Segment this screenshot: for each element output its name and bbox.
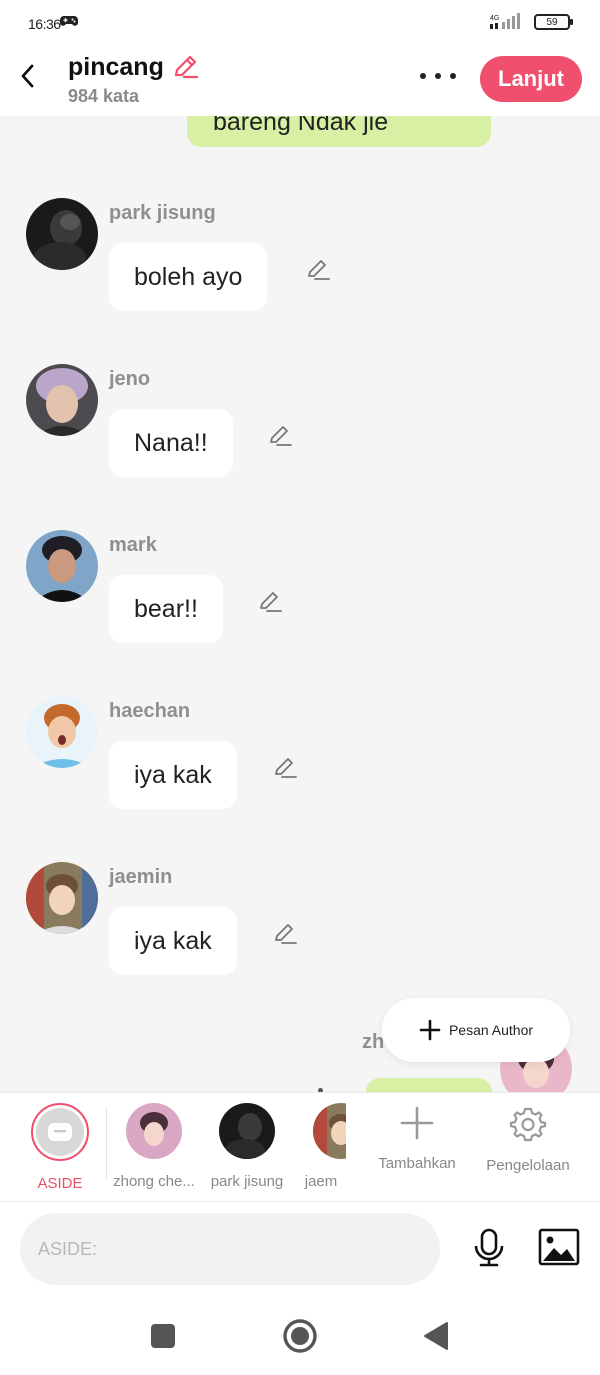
story-title: pincang [68,52,164,81]
edit-message-icon[interactable] [304,256,332,284]
svg-text:4G: 4G [490,15,499,22]
sender-name: haechan [109,700,191,722]
message-bubble[interactable]: boleh ayo [109,243,268,311]
image-icon [538,1228,580,1266]
gamepad-icon [60,16,78,26]
message-text: Nana!! [134,428,208,457]
input-bar [0,1202,600,1298]
square-icon [151,1324,175,1348]
character-aside[interactable]: ASIDE [15,1103,105,1203]
author-message-label: Pesan Author [448,1022,534,1038]
chat-message: jaemin iya kak [26,862,586,982]
message-text: iya kak [134,760,212,789]
back-nav-button[interactable] [418,1318,454,1354]
plus-icon [400,1106,434,1140]
title-area: pincang 984 kata [68,52,200,107]
gear-icon [509,1107,547,1142]
plus-icon [419,1019,441,1041]
chat-message: jeno Nana!! [26,364,586,484]
character-label: zhong che... [113,1173,195,1190]
recents-button[interactable] [145,1318,181,1354]
more-options-icon[interactable] [420,66,456,86]
character-selector: ASIDE zhong che... park jisung jaem Tamb… [0,1092,600,1202]
home-circle-icon [283,1319,317,1353]
back-button[interactable] [14,58,42,94]
chat-message: haechan iya kak [26,696,586,816]
message-bubble[interactable]: iya kak [109,907,237,975]
chat-area[interactable]: bareng Ndak jie park jisung boleh ayo je… [0,116,600,1092]
avatar [313,1103,346,1159]
chat-message: mark bear!! [26,530,586,650]
message-bubble[interactable]: Nana!! [109,409,233,477]
status-time: 16:36 [28,16,61,32]
word-count: 984 kata [68,86,140,106]
character-label: park jisung [210,1173,284,1190]
manage-label: Pengelolaan [486,1157,570,1174]
character-label: jaem [304,1173,338,1190]
character-park-jisung[interactable]: park jisung [202,1103,292,1203]
add-label: Tambahkan [378,1155,456,1172]
chevron-left-icon [21,64,34,88]
message-bubble[interactable] [366,1078,492,1092]
signal-icon: 4G [490,13,520,29]
divider [106,1107,107,1179]
sender-name: jaemin [109,866,173,888]
avatar[interactable] [26,198,98,270]
sender-name: mark [109,534,157,556]
message-text: bear!! [134,594,198,623]
edit-message-icon[interactable] [271,754,299,782]
author-message-button[interactable]: Pesan Author [382,998,570,1062]
message-text: bareng Ndak jie [213,116,389,136]
edit-message-icon[interactable] [271,920,299,948]
sender-name: jeno [109,368,151,390]
home-button[interactable] [282,1318,318,1354]
avatar[interactable] [26,364,98,436]
battery-level: 59 [546,16,558,28]
battery-icon: 59 [534,14,573,30]
edit-title-icon[interactable] [170,52,200,82]
message-text: boleh ayo [134,262,243,291]
message-bubble[interactable]: bareng Ndak jie [187,116,491,147]
microphone-icon [474,1228,504,1267]
character-jaemin[interactable]: jaem [296,1103,346,1203]
message-text: iya kak [134,926,212,955]
sender-name: park jisung [109,202,216,224]
triangle-back-icon [424,1322,448,1350]
chat-bubble-icon [48,1123,72,1141]
edit-message-icon[interactable] [266,422,294,450]
character-zhong-chenle[interactable]: zhong che... [109,1103,199,1203]
edit-message-icon[interactable] [256,588,284,616]
avatar [126,1103,182,1159]
navigation-bar [0,1298,600,1375]
message-input[interactable] [20,1213,440,1285]
manage-button[interactable]: Pengelolaan [473,1105,583,1195]
aside-avatar [31,1103,89,1161]
avatar[interactable] [26,696,98,768]
character-label: ASIDE [37,1175,83,1192]
message-bubble[interactable]: bear!! [109,575,223,643]
avatar[interactable] [26,530,98,602]
microphone-button[interactable] [470,1228,508,1268]
sender-name: zh [362,1031,385,1053]
avatar [219,1103,275,1159]
status-bar: 16:36 4G 59 [0,0,600,46]
next-button[interactable]: Lanjut [480,56,582,102]
chat-message: park jisung boleh ayo [26,198,586,318]
message-bubble[interactable]: iya kak [109,741,237,809]
add-character-button[interactable]: Tambahkan [362,1105,472,1195]
header: pincang 984 kata Lanjut [0,46,600,116]
avatar[interactable] [26,862,98,934]
image-button[interactable] [538,1228,580,1266]
